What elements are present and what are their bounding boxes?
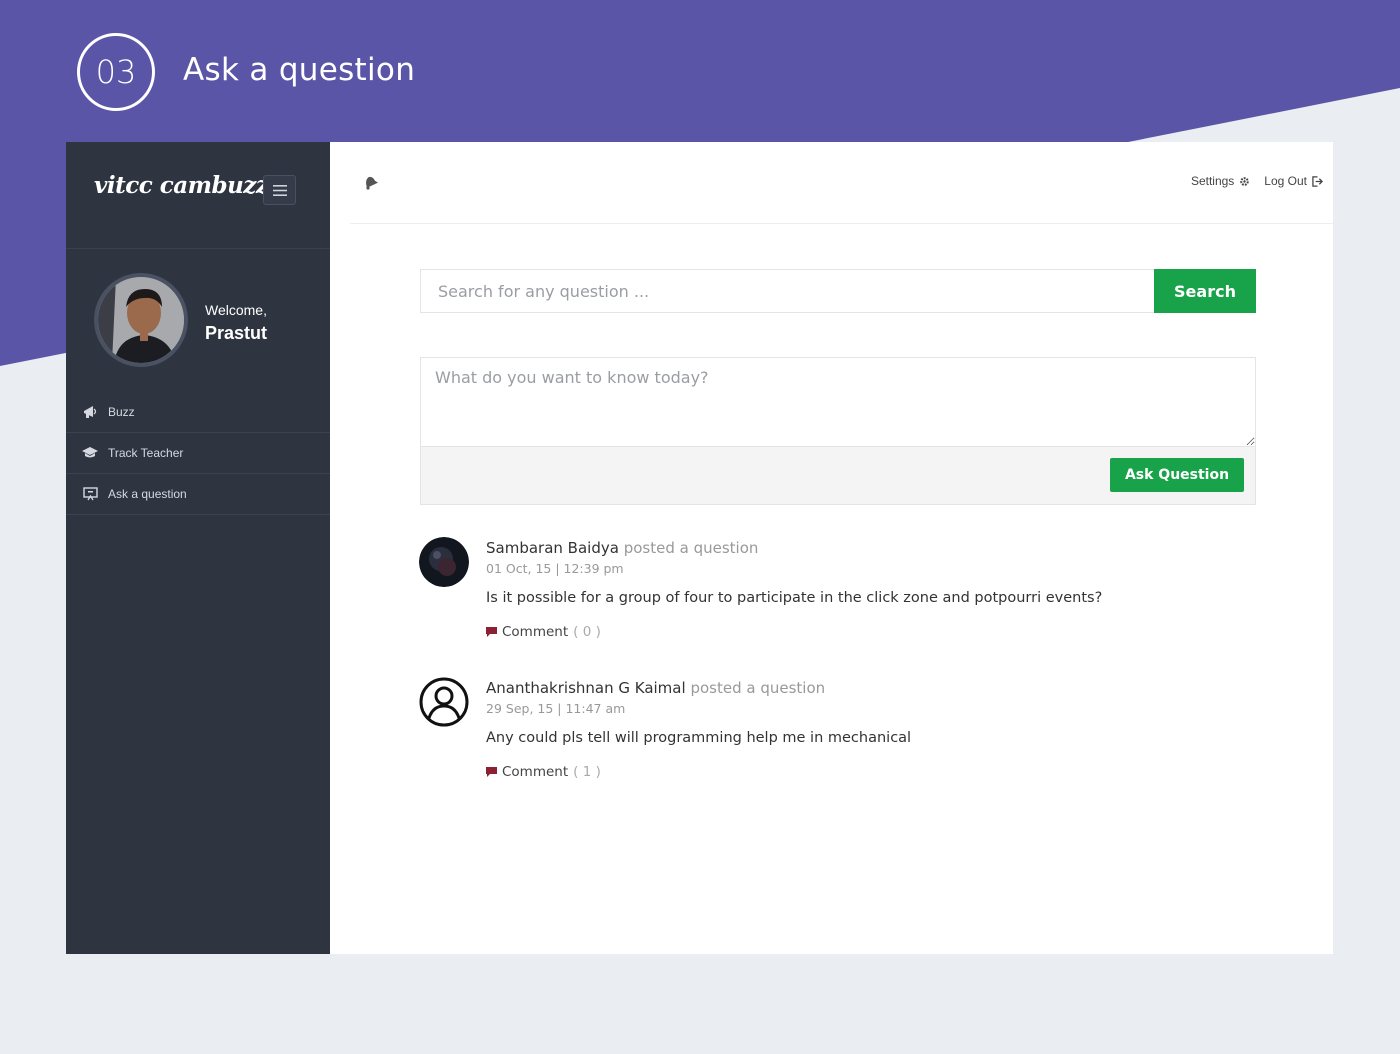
sidebar-item-buzz[interactable]: Buzz <box>66 392 330 433</box>
question-textarea[interactable] <box>421 358 1255 447</box>
question-post: Ananthakrishnan G Kaimal posted a questi… <box>419 677 1259 817</box>
welcome-text: Welcome, <box>205 302 267 318</box>
search-input[interactable] <box>420 269 1154 313</box>
comment-link[interactable]: Comment ( 0 ) <box>486 624 1102 640</box>
graduation-cap-icon <box>82 445 98 461</box>
comment-icon <box>486 627 497 637</box>
post-author[interactable]: Sambaran Baidya <box>486 539 619 557</box>
main-content: Settings Log Out Search Ask Question <box>330 142 1333 954</box>
question-post: Sambaran Baidya posted a question 01 Oct… <box>419 537 1259 677</box>
gear-icon <box>1240 176 1250 186</box>
sidebar-item-label: Buzz <box>108 405 135 419</box>
post-body: Sambaran Baidya posted a question 01 Oct… <box>486 539 1102 640</box>
search-button[interactable]: Search <box>1154 269 1256 313</box>
sidebar-item-label: Track Teacher <box>108 446 184 460</box>
search-bar: Search <box>420 269 1256 313</box>
post-author[interactable]: Ananthakrishnan G Kaimal <box>486 679 686 697</box>
question-feed: Sambaran Baidya posted a question 01 Oct… <box>419 537 1259 817</box>
sidebar-nav: Buzz Track Teacher Ask a question <box>66 392 330 515</box>
logout-link[interactable]: Log Out <box>1264 174 1323 188</box>
post-timestamp: 01 Oct, 15 | 12:39 pm <box>486 561 624 576</box>
app-window: vitcc cambuzz Welcome, Prastut Buzz Trac… <box>66 142 1333 954</box>
user-placeholder-icon <box>419 677 469 727</box>
post-header: Sambaran Baidya posted a question <box>486 539 1102 557</box>
post-avatar[interactable] <box>419 537 469 587</box>
logout-label: Log Out <box>1264 174 1307 188</box>
avatar[interactable] <box>94 273 188 367</box>
post-question-text[interactable]: Is it possible for a group of four to pa… <box>486 590 1102 606</box>
logout-icon <box>1312 175 1323 187</box>
profile-panel: Welcome, Prastut <box>66 249 330 392</box>
comment-label: Comment <box>502 764 569 780</box>
post-avatar[interactable] <box>419 677 469 727</box>
post-verb: posted a question <box>690 679 826 697</box>
megaphone-icon <box>82 404 98 420</box>
ask-question-box: Ask Question <box>420 357 1256 505</box>
ask-footer: Ask Question <box>421 447 1255 504</box>
top-links: Settings Log Out <box>1191 174 1323 188</box>
topbar: Settings Log Out <box>350 142 1333 224</box>
comment-link[interactable]: Comment ( 1 ) <box>486 764 911 780</box>
step-number-badge: 03 <box>77 33 155 111</box>
settings-label: Settings <box>1190 174 1235 188</box>
settings-link[interactable]: Settings <box>1191 174 1250 188</box>
comment-label: Comment <box>502 624 569 640</box>
post-question-text[interactable]: Any could pls tell will programming help… <box>486 730 911 746</box>
post-timestamp: 29 Sep, 15 | 11:47 am <box>486 701 626 716</box>
question-board-icon <box>82 486 98 502</box>
sidebar-item-label: Ask a question <box>108 487 187 501</box>
sidebar-item-track-teacher[interactable]: Track Teacher <box>66 433 330 474</box>
notification-bell-icon[interactable] <box>362 174 379 195</box>
step-title: Ask a question <box>183 52 416 88</box>
post-verb: posted a question <box>623 539 759 557</box>
ask-question-button[interactable]: Ask Question <box>1110 458 1244 492</box>
brand-logo[interactable]: vitcc cambuzz <box>94 172 269 199</box>
hamburger-icon <box>272 184 287 196</box>
post-body: Ananthakrishnan G Kaimal posted a questi… <box>486 679 911 780</box>
post-header: Ananthakrishnan G Kaimal posted a questi… <box>486 679 911 697</box>
username: Prastut <box>205 323 268 343</box>
comment-icon <box>486 767 497 777</box>
menu-toggle-button[interactable] <box>263 175 296 205</box>
comment-count: ( 1 ) <box>573 764 601 780</box>
sidebar-item-ask-a-question[interactable]: Ask a question <box>66 474 330 515</box>
comment-count: ( 0 ) <box>573 624 601 640</box>
brand-row: vitcc cambuzz <box>66 142 330 249</box>
sidebar: vitcc cambuzz Welcome, Prastut Buzz Trac… <box>66 142 330 954</box>
